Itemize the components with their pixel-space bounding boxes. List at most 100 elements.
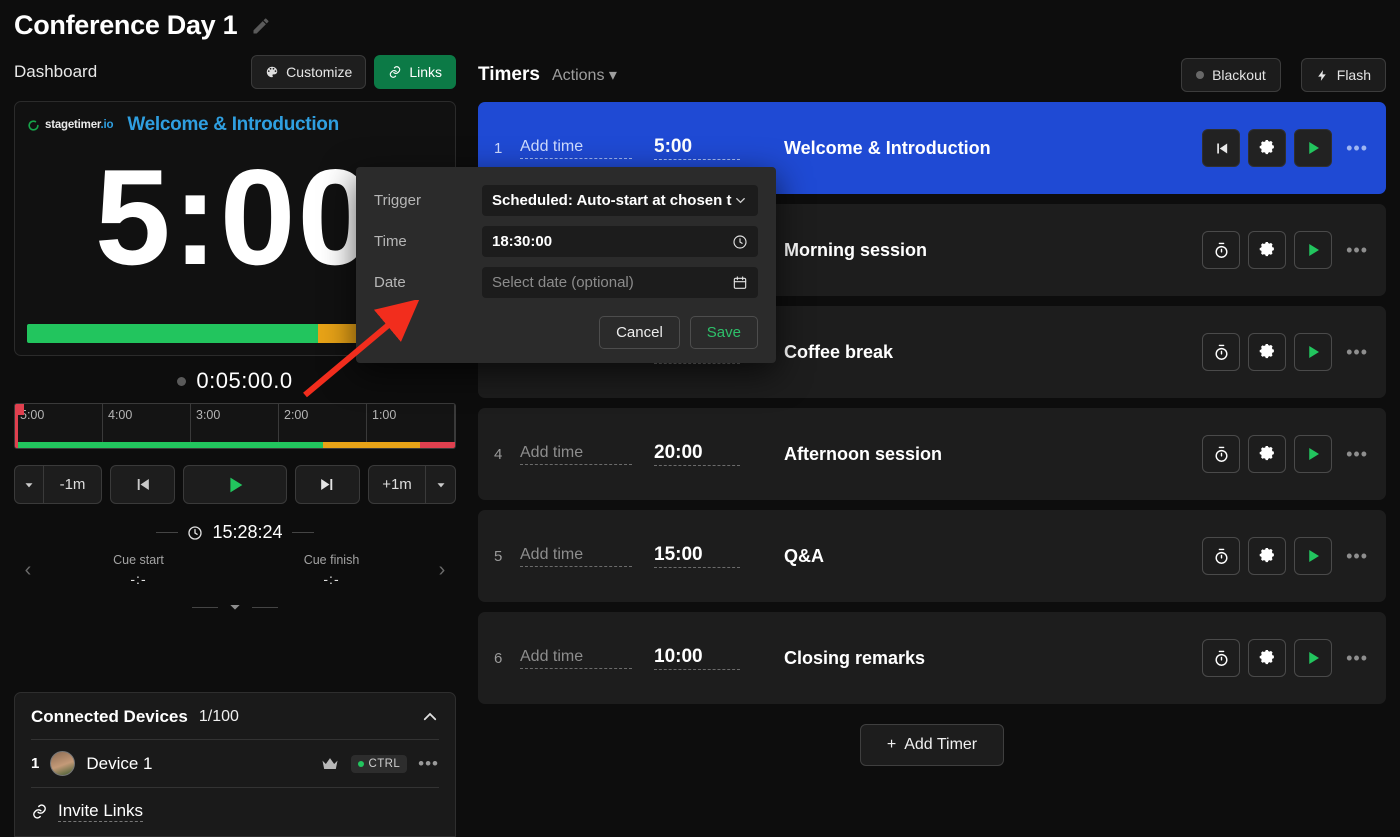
row-more-button[interactable]: ••• [1346,444,1368,465]
row-name[interactable]: Afternoon session [784,444,1194,465]
devices-header[interactable]: Connected Devices 1/100 [31,693,439,740]
right-panel: Timers Actions ▾ Blackout Flash 1 Add ti… [470,0,1400,837]
plus-one-minute-button[interactable]: +1m [368,465,426,504]
start-button[interactable] [1294,333,1332,371]
reset-button[interactable] [1202,129,1240,167]
start-button[interactable] [1294,129,1332,167]
row-duration[interactable]: 15:00 [654,544,740,568]
row-more-button[interactable]: ••• [1346,546,1368,567]
device-index: 1 [31,755,39,772]
ruler-progress [15,442,455,448]
row-more-button[interactable]: ••• [1346,240,1368,261]
add-time-button[interactable]: Add time [520,444,632,465]
settings-button[interactable] [1248,231,1286,269]
link-icon [388,65,402,79]
expand-row[interactable] [14,587,456,615]
plus-icon: + [887,736,896,754]
minus-one-minute-button[interactable]: -1m [44,465,102,504]
stopwatch-button[interactable] [1202,333,1240,371]
chevron-down-icon[interactable] [227,599,243,615]
date-input[interactable]: Select date (optional) [482,267,758,298]
settings-button[interactable] [1248,333,1286,371]
trigger-label: Trigger [374,192,482,209]
add-time-button[interactable]: Add time [520,138,632,159]
add-time-button[interactable]: Add time [520,546,632,567]
divider-right [252,607,278,608]
start-button[interactable] [1294,537,1332,575]
current-time: 15:28:24 [212,522,282,543]
device-more-button[interactable]: ••• [418,754,439,774]
dashboard-row: Dashboard Customize Links [14,47,456,101]
elapsed-row: 0:05:00.0 [14,356,456,403]
stopwatch-button[interactable] [1202,231,1240,269]
settings-button[interactable] [1248,639,1286,677]
ruler-red [420,442,455,448]
add-timer-wrap: + Add Timer [478,714,1386,766]
playhead-marker[interactable] [15,404,18,448]
title-row: Conference Day 1 [14,0,456,47]
invite-links-label: Invite Links [58,801,143,822]
row-more-button[interactable]: ••• [1346,648,1368,669]
save-button[interactable]: Save [690,316,758,349]
links-button[interactable]: Links [374,55,456,89]
row-name[interactable]: Morning session [784,240,1194,261]
add-time-button[interactable]: Add time [520,648,632,669]
date-field-row: Date Select date (optional) [374,267,758,298]
row-name[interactable]: Closing remarks [784,648,1194,669]
timer-row[interactable]: 5 Add time 15:00 Q&A ••• [478,510,1386,602]
actions-dropdown[interactable]: Actions ▾ [552,65,617,85]
trigger-select[interactable]: Scheduled: Auto-start at chosen t [482,185,758,216]
page-title: Conference Day 1 [14,10,237,41]
device-list-item[interactable]: 1 Device 1 CTRL ••• [31,740,439,788]
row-more-button[interactable]: ••• [1346,138,1368,159]
start-button[interactable] [1294,435,1332,473]
customize-label: Customize [286,64,352,80]
clock-icon[interactable] [732,234,748,250]
dashboard-label: Dashboard [14,62,251,82]
row-name[interactable]: Welcome & Introduction [784,138,1194,159]
invite-links-row[interactable]: Invite Links [31,788,439,836]
cue-start-value: -:- [42,571,235,587]
chevron-up-icon[interactable] [421,708,439,726]
row-duration[interactable]: 10:00 [654,646,740,670]
plus-dropdown-button[interactable] [426,465,456,504]
settings-button[interactable] [1248,537,1286,575]
cancel-button[interactable]: Cancel [599,316,680,349]
row-duration[interactable]: 5:00 [654,136,740,160]
settings-button[interactable] [1248,129,1286,167]
devices-title: Connected Devices [31,707,188,727]
row-name[interactable]: Coffee break [784,342,1194,363]
start-button[interactable] [1294,639,1332,677]
row-more-button[interactable]: ••• [1346,342,1368,363]
online-dot-icon [358,761,364,767]
skip-back-button[interactable] [110,465,175,504]
cue-next-button[interactable]: › [428,559,456,582]
row-name[interactable]: Q&A [784,546,1194,567]
cue-prev-button[interactable]: ‹ [14,559,42,582]
row-duration[interactable]: 20:00 [654,442,740,466]
status-dot-icon [177,377,186,386]
flash-button[interactable]: Flash [1301,58,1386,92]
play-button[interactable] [183,465,287,504]
calendar-icon[interactable] [732,275,748,291]
customize-button[interactable]: Customize [251,55,366,89]
stopwatch-button[interactable] [1202,435,1240,473]
row-number: 4 [494,446,520,463]
start-button[interactable] [1294,231,1332,269]
app-root: Conference Day 1 Dashboard Customize Lin… [0,0,1400,837]
timer-row[interactable]: 6 Add time 10:00 Closing remarks ••• [478,612,1386,704]
stopwatch-button[interactable] [1202,537,1240,575]
skip-forward-button[interactable] [295,465,360,504]
timer-row[interactable]: 4 Add time 20:00 Afternoon session ••• [478,408,1386,500]
cue-start: Cue start -:- [42,553,235,587]
settings-button[interactable] [1248,435,1286,473]
stopwatch-button[interactable] [1202,639,1240,677]
add-timer-button[interactable]: + Add Timer [860,724,1004,766]
timeline-ruler[interactable]: 5:00 4:00 3:00 2:00 1:00 [14,403,456,449]
blackout-button[interactable]: Blackout [1181,58,1281,92]
time-input[interactable]: 18:30:00 [482,226,758,257]
add-timer-label: Add Timer [904,736,977,754]
pencil-icon[interactable] [251,16,271,36]
cue-row: ‹ Cue start -:- Cue finish -:- › [14,547,456,587]
minus-dropdown-button[interactable] [14,465,44,504]
